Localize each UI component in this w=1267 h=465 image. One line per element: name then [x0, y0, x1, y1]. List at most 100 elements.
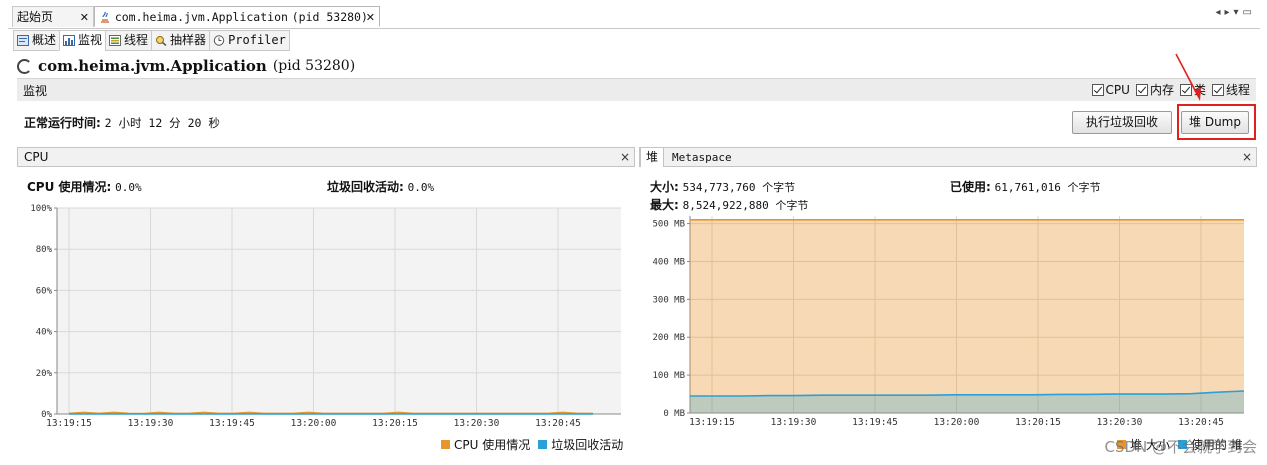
- tab-application[interactable]: com.heima.jvm.Application (pid 53280) ✕: [94, 6, 380, 27]
- x-tick-label: 13:19:45: [852, 417, 898, 428]
- cpu-panel-title: CPU: [24, 150, 49, 164]
- x-tick-label: 13:19:15: [46, 418, 92, 429]
- heap-max-value: 8,524,922,880 个字节: [682, 199, 809, 212]
- heap-max-stat: 最大: 8,524,922,880 个字节: [650, 196, 808, 213]
- close-icon[interactable]: ✕: [80, 7, 89, 28]
- checkbox-box[interactable]: [1211, 83, 1224, 96]
- tab-threads-label: 线程: [124, 33, 149, 47]
- cpu-usage-value: 0.0%: [115, 181, 142, 194]
- y-tick-label: 80%: [36, 245, 53, 255]
- sampler-icon: [156, 36, 167, 46]
- window-controls[interactable]: ◂▸▾▭: [1215, 7, 1256, 18]
- gc-activity-label: 垃圾回收活动:: [327, 180, 404, 194]
- overview-icon: [17, 35, 29, 46]
- gc-activity-stat: 垃圾回收活动: 0.0%: [327, 178, 434, 195]
- heap-max-label: 最大:: [650, 198, 679, 212]
- tab-app-pid: (pid 53280): [291, 10, 368, 24]
- page-title: com.heima.jvm.Application (pid 53280): [17, 57, 355, 75]
- heap-chart: 0 MB 100 MB 200 MB 300 MB 400 MB 500 MB 13:19:…: [652, 216, 1245, 428]
- tab-overview-label: 概述: [32, 33, 57, 47]
- cpu-chart-legend: CPU 使用情况 垃圾回收活动: [441, 436, 623, 453]
- watermark: CSDN @不会就学到会: [1104, 438, 1257, 456]
- checkbox-memory[interactable]: 内存: [1135, 81, 1174, 98]
- y-tick-label: 60%: [36, 286, 53, 296]
- uptime: 正常运行时间: 2 小时 12 分 20 秒: [24, 114, 220, 131]
- tab-monitor[interactable]: 监视: [59, 30, 107, 51]
- app-pid: (pid 53280): [272, 58, 356, 74]
- threads-icon: [109, 35, 122, 46]
- close-icon[interactable]: ×: [1242, 150, 1252, 164]
- x-tick-label: 13:19:30: [771, 417, 817, 428]
- y-tick-label: 100 MB: [652, 371, 685, 381]
- legend-swatch: [538, 440, 548, 449]
- close-icon[interactable]: ×: [620, 150, 630, 164]
- y-tick-label: 0 MB: [663, 409, 685, 419]
- perform-gc-button[interactable]: 执行垃圾回收: [1072, 111, 1172, 134]
- view-tabs: 概述 监视 线程 抽样器 Profiler: [13, 30, 290, 51]
- x-tick-label: 13:20:30: [1097, 417, 1143, 428]
- tab-metaspace[interactable]: Metaspace: [672, 151, 732, 164]
- monitor-header: 监视 CPU 内存 类 线程: [17, 78, 1256, 101]
- heap-size-value: 534,773,760 个字节: [682, 181, 796, 194]
- checkbox-cpu[interactable]: CPU: [1091, 81, 1130, 98]
- close-icon[interactable]: ✕: [366, 7, 375, 28]
- x-tick-label: 13:19:30: [128, 418, 174, 429]
- refresh-spinner-icon: [17, 58, 32, 74]
- y-tick-label: 40%: [36, 328, 53, 338]
- tab-overview[interactable]: 概述: [13, 30, 61, 51]
- x-tick-label: 13:20:00: [291, 418, 337, 429]
- highlight-box: [1177, 104, 1256, 140]
- cpu-usage-label: CPU 使用情况:: [27, 180, 112, 194]
- x-tick-label: 13:20:45: [1178, 417, 1224, 428]
- heap-size-label: 大小:: [650, 180, 679, 194]
- cpu-chart: 0%20%40%60%80%100%13:19:15 13:19:30 13:19:…: [30, 204, 621, 429]
- heap-size-stat: 大小: 534,773,760 个字节: [650, 178, 795, 195]
- y-tick-label: 300 MB: [652, 295, 685, 305]
- annotation-arrow: [1175, 53, 1201, 101]
- x-tick-label: 13:19:45: [209, 418, 255, 429]
- gc-activity-value: 0.0%: [407, 181, 435, 194]
- uptime-label: 正常运行时间:: [24, 116, 101, 130]
- tab-sampler-label: 抽样器: [170, 33, 207, 47]
- y-tick-label: 20%: [36, 369, 53, 379]
- checkbox-box[interactable]: [1135, 83, 1148, 96]
- tab-profiler-label: Profiler: [228, 33, 286, 47]
- tab-start-label: 起始页: [17, 10, 54, 24]
- tab-profiler[interactable]: Profiler: [209, 30, 290, 51]
- x-tick-label: 13:19:15: [689, 417, 735, 428]
- y-tick-label: 200 MB: [652, 333, 685, 343]
- cpu-panel-header: CPU ×: [17, 147, 635, 167]
- checkbox-box[interactable]: [1091, 83, 1104, 96]
- y-tick-label: 100%: [30, 204, 52, 214]
- monitor-label: 监视: [23, 84, 48, 98]
- tab-threads[interactable]: 线程: [105, 30, 153, 51]
- heap-panel-header: 堆 Metaspace ×: [639, 147, 1257, 167]
- legend-cpu-usage: CPU 使用情况: [454, 438, 531, 452]
- checkbox-threads-label: 线程: [1225, 83, 1250, 97]
- x-tick-label: 13:20:30: [454, 418, 500, 429]
- tab-monitor-label: 监视: [78, 33, 103, 47]
- x-tick-label: 13:20:15: [372, 418, 418, 429]
- x-tick-label: 13:20:15: [1015, 417, 1061, 428]
- legend-gc-activity: 垃圾回收活动: [551, 438, 624, 452]
- tab-heap[interactable]: 堆: [640, 147, 664, 167]
- cpu-usage-stat: CPU 使用情况: 0.0%: [27, 178, 142, 195]
- legend-swatch: [441, 440, 450, 449]
- app-name: com.heima.jvm.Application: [38, 57, 267, 75]
- x-tick-label: 13:20:00: [934, 417, 980, 428]
- heap-used-label: 已使用:: [950, 180, 991, 194]
- tab-sampler[interactable]: 抽样器: [151, 30, 211, 51]
- tab-start-page[interactable]: 起始页 ✕: [12, 6, 94, 27]
- java-icon: [101, 11, 109, 23]
- monitor-icon: [63, 35, 76, 46]
- series-area: [690, 219, 1244, 413]
- checkbox-threads[interactable]: 线程: [1211, 81, 1250, 98]
- checkbox-cpu-label: CPU: [1105, 82, 1130, 97]
- y-tick-label: 500 MB: [652, 220, 685, 230]
- heap-used-stat: 已使用: 61,761,016 个字节: [950, 178, 1101, 195]
- document-tab-strip: 起始页 ✕ com.heima.jvm.Application (pid 532…: [8, 6, 1260, 29]
- uptime-value: 2 小时 12 分 20 秒: [104, 116, 220, 130]
- tab-app-name: com.heima.jvm.Application: [114, 10, 288, 24]
- clock-icon: [213, 35, 225, 46]
- heap-used-value: 61,761,016 个字节: [994, 181, 1101, 194]
